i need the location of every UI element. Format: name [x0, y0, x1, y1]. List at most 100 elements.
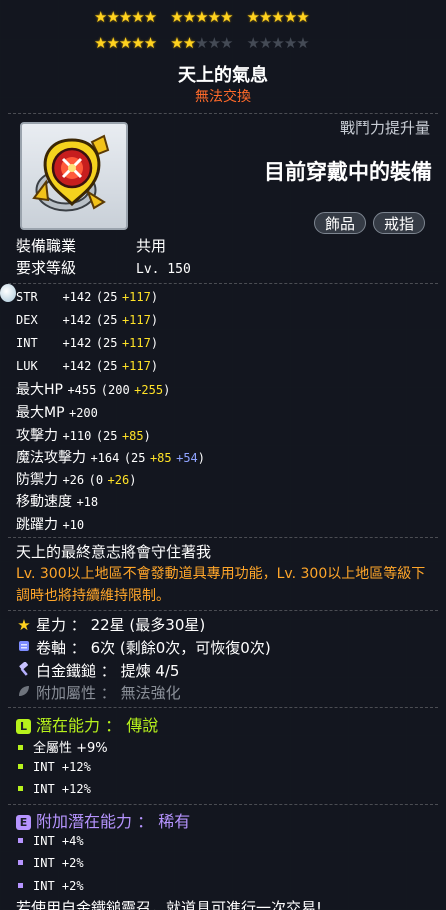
star-icon: ★★★★★ — [94, 8, 157, 26]
stat-name: DEX — [16, 313, 38, 327]
star-empty-icon: ★★★★★ — [246, 34, 310, 52]
stat-name: 魔法攻擊力 — [16, 450, 86, 466]
additional-potential-line: INT +2% — [18, 856, 84, 871]
stat-base: (25 — [95, 429, 118, 443]
stat-line: 防禦力 +26 (0 +26) — [16, 469, 136, 489]
stat-close: ) — [163, 383, 171, 397]
stat-close: ) — [150, 359, 159, 373]
tooltip-scroll-handle[interactable] — [0, 284, 16, 302]
stat-close: ) — [150, 313, 159, 327]
requirement-job-label: 裝備職業 — [16, 237, 77, 255]
ring-item-icon — [32, 134, 110, 212]
stat-bonus: +117 — [121, 313, 151, 327]
equipped-status: 目前穿戴中的裝備 — [264, 160, 432, 184]
item-flavor-text: 天上的最終意志將會守住著我 — [16, 543, 212, 561]
divider — [8, 610, 438, 611]
star-group: ★★★★★ — [170, 9, 233, 25]
potential-line-text: INT +12% — [33, 760, 91, 774]
stat-total: +142 — [62, 313, 92, 327]
stat-total: +10 — [62, 518, 85, 532]
combat-power-label: 戰鬥力提升量 — [339, 119, 430, 137]
additional-potential-line: INT +2% — [18, 879, 84, 894]
requirement-job-value: 共用 — [136, 237, 167, 255]
cutoff-note: 若使用自金鐵鎚靈召，就道具可進行一次交易! — [16, 899, 323, 910]
potential-line: INT +12% — [18, 760, 91, 775]
stat-name: 移動速度 — [16, 494, 72, 510]
stat-total: +142 — [62, 336, 92, 350]
bullet-icon — [18, 786, 23, 791]
stat-line: INT +142 (25 +117) — [16, 335, 158, 351]
stat-bonus-2: +54 — [176, 451, 198, 465]
extra-attribute-label: 附加屬性 — [36, 684, 97, 702]
stat-close: ) — [197, 451, 206, 465]
additional-potential-label: 附加潛在能力 — [36, 812, 133, 831]
stat-total: +110 — [62, 429, 92, 443]
legendary-badge-icon: L — [16, 719, 31, 734]
additional-potential-line: INT +4% — [18, 834, 84, 849]
scroll-icon — [16, 639, 32, 657]
stat-bonus: +117 — [121, 359, 151, 373]
extra-attribute-info: 附加屬性 ： 無法強化 — [16, 682, 181, 703]
stat-name: 防禦力 — [16, 472, 58, 488]
stat-total: +142 — [62, 359, 92, 373]
starforce-row-1: ★★★★★ ★★★★★ ★★★★★ — [94, 7, 364, 26]
potential-header: L 潛在能力 ： 傳說 — [16, 712, 158, 736]
divider — [8, 707, 438, 708]
leaf-icon — [16, 684, 32, 702]
stat-total: +142 — [62, 290, 92, 304]
stat-bonus: +117 — [121, 336, 151, 350]
platinum-hammer-info: 白金鐵鎚 ： 提煉 4/5 — [16, 660, 179, 681]
extra-attribute-value: 無法強化 — [120, 684, 181, 702]
stat-line: 攻擊力 +110 (25 +85) — [16, 425, 151, 445]
stat-base: (200 — [100, 383, 130, 397]
item-tooltip: ★★★★★ ★★★★★ ★★★★★ ★★★★★ ★★★★★ ★★★★★ 天上的氣息 無法… — [0, 0, 446, 910]
requirement-level-label: 要求等級 — [16, 259, 77, 277]
star-icon: ★★ — [170, 34, 196, 52]
stat-line: LUK +142 (25 +117) — [16, 358, 158, 374]
stat-line: STR +142 (25 +117) — [16, 289, 158, 305]
stat-name: 最大HP — [16, 382, 63, 398]
item-icon-frame — [20, 122, 128, 230]
stat-total: +455 — [67, 383, 97, 397]
star-group: ★★★★★ — [170, 34, 233, 52]
hammer-icon — [16, 661, 32, 680]
scroll-label: 卷軸 — [36, 639, 67, 657]
item-restriction-text: Lv. 300以上地區不會發動道具專用功能，Lv. 300以上地區等級下調時也將… — [16, 566, 426, 604]
requirement-job: 裝備職業 共用 — [16, 235, 166, 256]
stat-total: +26 — [62, 473, 85, 487]
scroll-info: 卷軸 ： 6次 (剩餘0次，可恢復0次) — [16, 637, 271, 658]
stat-total: +18 — [76, 495, 99, 509]
trade-restriction: 無法交換 — [195, 89, 251, 105]
additional-potential-line-text: INT +2% — [33, 879, 84, 893]
divider — [8, 283, 438, 284]
requirement-level-value: Lv. 150 — [136, 262, 191, 277]
star-empty-icon: ★★★ — [195, 34, 233, 52]
stat-name: 攻擊力 — [16, 428, 58, 444]
stat-close: ) — [150, 290, 159, 304]
stat-bonus: +255 — [134, 383, 164, 397]
starforce-row-2: ★★★★★ ★★★★★ ★★★★★ — [94, 33, 364, 52]
stat-total: +200 — [68, 406, 98, 420]
stat-base: (25 — [95, 290, 118, 304]
divider — [8, 537, 438, 538]
starforce-label: 星力 — [36, 616, 67, 634]
bullet-icon — [18, 860, 23, 865]
stat-bonus: +26 — [107, 473, 130, 487]
star-icon: ★ — [17, 616, 31, 634]
star-group: ★★★★★ — [247, 9, 310, 25]
starforce-info: ★ 星力 ： 22星 (最多30星) — [17, 616, 206, 634]
divider — [8, 804, 438, 805]
stat-base: (25 — [123, 451, 146, 465]
bullet-icon — [18, 838, 23, 843]
platinum-hammer-value: 提煉 4/5 — [120, 662, 180, 680]
stat-name: 跳躍力 — [16, 517, 58, 533]
potential-line: 全屬性 +9% — [18, 737, 108, 756]
stat-name: STR — [16, 290, 38, 304]
stat-line: DEX +142 (25 +117) — [16, 312, 158, 328]
star-group: ★★★★★ — [246, 34, 310, 52]
stat-base: (25 — [95, 359, 118, 373]
scroll-value: 6次 (剩餘0次，可恢復0次) — [90, 639, 271, 657]
potential-line-text: 全屬性 +9% — [33, 741, 108, 756]
stat-base: (25 — [95, 313, 118, 327]
stat-line: 跳躍力 +10 — [16, 514, 84, 534]
